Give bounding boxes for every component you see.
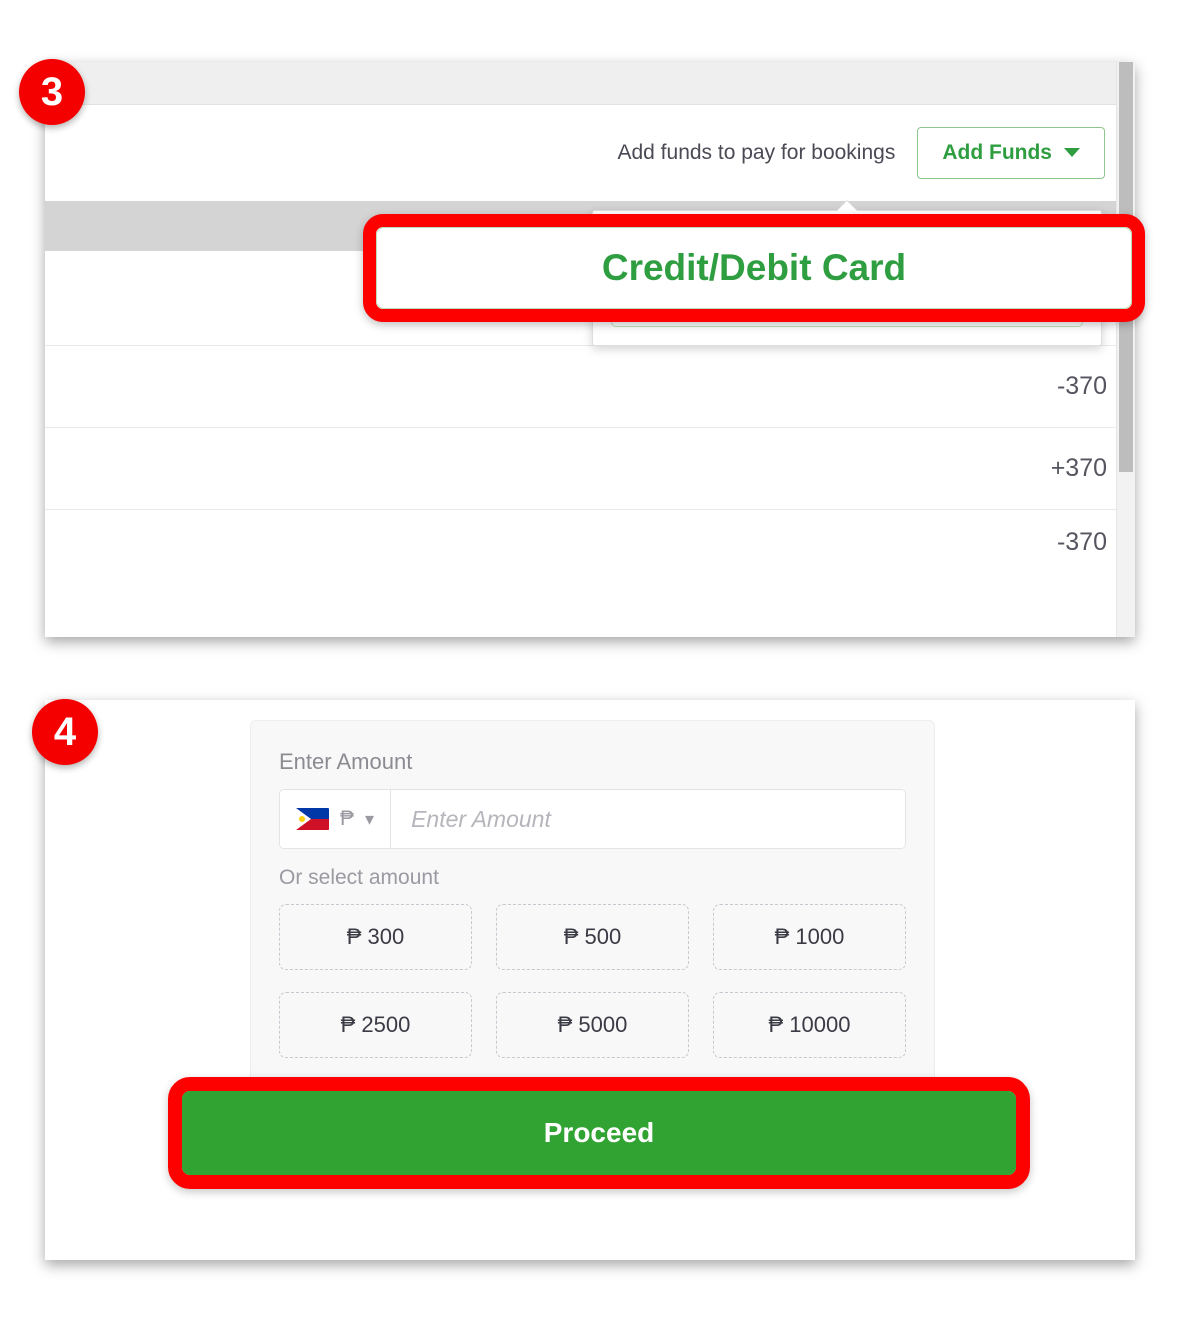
add-funds-button-label: Add Funds: [942, 140, 1052, 164]
dropdown-caret-icon: [836, 201, 858, 212]
transaction-amount: +370: [1050, 454, 1107, 482]
add-funds-button[interactable]: Add Funds: [917, 126, 1105, 179]
table-row: -370: [45, 510, 1135, 550]
peso-currency-symbol: ₱: [340, 807, 355, 830]
step-badge-4: 4: [32, 699, 98, 765]
preset-amount-grid: ₱ 300 ₱ 500 ₱ 1000 ₱ 2500 ₱ 5000 ₱ 10000: [279, 904, 906, 1058]
preset-amount-button[interactable]: ₱ 1000: [713, 904, 906, 970]
step-badge-3: 3: [19, 59, 85, 125]
chevron-down-icon: ▾: [365, 809, 375, 829]
currency-selector[interactable]: ₱ ▾: [280, 790, 392, 848]
add-funds-row: Add funds to pay for bookings Add Funds: [45, 105, 1135, 200]
proceed-button-callout: Proceed: [168, 1077, 1030, 1189]
add-funds-hint-text: Add funds to pay for bookings: [617, 140, 896, 164]
panel3-top-bar: [45, 62, 1135, 105]
preset-amount-button[interactable]: ₱ 2500: [279, 992, 472, 1058]
transaction-amount: -370: [1056, 372, 1107, 400]
enter-amount-label: Enter Amount: [279, 749, 413, 774]
panel3-scrollbar-track[interactable]: [1116, 62, 1135, 637]
tutorial-screenshot: Add funds to pay for bookings Add Funds …: [0, 0, 1200, 1330]
preset-amount-button[interactable]: ₱ 5000: [496, 992, 689, 1058]
table-row: +370: [45, 428, 1135, 510]
preset-amount-button[interactable]: ₱ 10000: [713, 992, 906, 1058]
proceed-button[interactable]: Proceed: [182, 1091, 1016, 1175]
chevron-down-icon: [1064, 148, 1080, 157]
preset-amount-button[interactable]: ₱ 500: [496, 904, 689, 970]
philippines-flag-icon: [296, 808, 329, 830]
transaction-amount: -370: [1056, 528, 1107, 550]
panel-step-3: Add funds to pay for bookings Add Funds …: [45, 62, 1135, 637]
or-select-amount-label: Or select amount: [279, 866, 439, 889]
table-row: -370: [45, 346, 1135, 428]
amount-input[interactable]: [391, 790, 905, 848]
credit-debit-card-callout[interactable]: Credit/Debit Card: [363, 214, 1145, 322]
amount-input-group: ₱ ▾: [279, 789, 906, 849]
preset-amount-button[interactable]: ₱ 300: [279, 904, 472, 970]
add-funds-form-card: Enter Amount ₱ ▾ Or select amount ₱ 300: [250, 720, 935, 1093]
credit-debit-card-callout-label: Credit/Debit Card: [601, 247, 907, 288]
